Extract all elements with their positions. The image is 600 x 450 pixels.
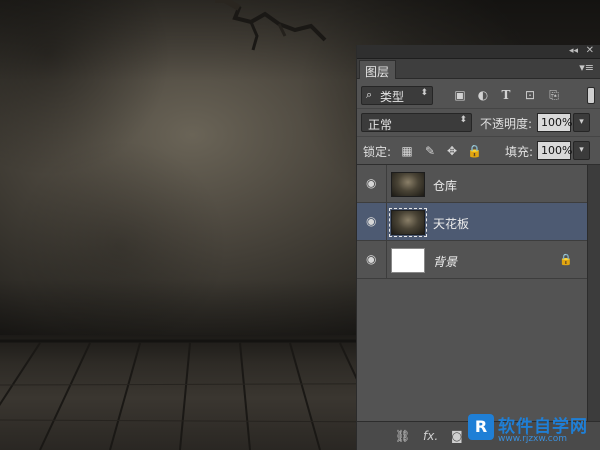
eye-icon: ◉ xyxy=(366,214,377,228)
lock-icon: 🔒 xyxy=(559,253,573,266)
type-filter-icon[interactable]: T xyxy=(499,88,513,102)
filter-toggle-switch[interactable] xyxy=(587,87,595,104)
layer-thumbnail xyxy=(391,248,425,273)
eye-icon: ◉ xyxy=(366,252,377,266)
fill-label: 填充: xyxy=(505,145,534,159)
panel-title-bar[interactable]: ◂◂ ✕ xyxy=(357,45,600,59)
panel-menu-icon[interactable]: ▾≡ xyxy=(579,61,594,74)
double-chevron-left-icon[interactable]: ◂◂ xyxy=(569,46,578,56)
magnifier-icon: ⌕ xyxy=(366,88,373,101)
layer-thumbnail xyxy=(389,208,427,237)
close-icon[interactable]: ✕ xyxy=(586,45,594,56)
adjustment-filter-icon[interactable]: ◐ xyxy=(476,88,490,102)
eye-icon: ◉ xyxy=(366,176,377,190)
filter-kind-label: 类型 xyxy=(380,90,405,104)
opacity-input[interactable]: 100% xyxy=(537,113,572,132)
lock-paint-icon[interactable]: ✎ xyxy=(423,144,437,158)
layer-filter-row: ⌕ 类型 ⬍ ▣ ◐ T ⊡ ⎘ xyxy=(357,79,600,109)
add-mask-icon[interactable]: ◙ xyxy=(451,429,463,443)
layers-panel: ◂◂ ✕ 图层 ▾≡ ⌕ 类型 ⬍ ▣ ◐ T ⊡ ⎘ 正常 ⬍ 不透明度: 1… xyxy=(356,45,600,450)
fx-icon[interactable]: fx. xyxy=(423,429,438,443)
link-layers-icon[interactable]: ⛓ xyxy=(395,429,410,443)
lock-transparent-icon[interactable]: ▦ xyxy=(400,144,414,158)
layer-list-scrollbar[interactable] xyxy=(587,165,600,421)
layer-row-warehouse[interactable]: ◉ 仓库 xyxy=(357,165,587,203)
layer-row-background[interactable]: ◉ 背景 🔒 xyxy=(357,241,587,279)
lock-row: 锁定: ▦ ✎ ✥ 🔒 填充: 100% ▾ xyxy=(357,137,600,165)
watermark-url: www.rjzxw.com xyxy=(498,434,567,444)
layer-name: 背景 xyxy=(433,255,458,269)
layer-thumbnail xyxy=(391,172,425,197)
watermark-logo: R xyxy=(468,414,494,440)
pixel-filter-icon[interactable]: ▣ xyxy=(453,88,467,102)
fill-dropdown-button[interactable]: ▾ xyxy=(573,141,590,160)
opacity-dropdown-button[interactable]: ▾ xyxy=(573,113,590,132)
updown-arrow-icon: ⬍ xyxy=(420,88,428,98)
lock-all-icon[interactable]: 🔒 xyxy=(467,144,482,158)
shape-filter-icon[interactable]: ⊡ xyxy=(523,88,537,102)
layer-name: 天花板 xyxy=(433,217,470,231)
blend-row: 正常 ⬍ 不透明度: 100% ▾ xyxy=(357,109,600,137)
smart-object-filter-icon[interactable]: ⎘ xyxy=(547,88,561,102)
fill-input[interactable]: 100% xyxy=(537,141,572,160)
layer-row-ceiling[interactable]: ◉ 天花板 xyxy=(357,203,587,241)
blend-mode-value: 正常 xyxy=(368,118,393,132)
visibility-toggle[interactable]: ◉ xyxy=(357,165,387,203)
panel-tab-row: 图层 ▾≡ xyxy=(357,59,600,79)
visibility-toggle[interactable]: ◉ xyxy=(357,241,387,279)
lock-label: 锁定: xyxy=(363,145,392,159)
visibility-toggle[interactable]: ◉ xyxy=(357,203,387,241)
layer-name: 仓库 xyxy=(433,179,458,193)
layer-list: ◉ 仓库 ◉ 天花板 ◉ 背景 🔒 xyxy=(357,165,587,421)
filter-kind-select[interactable]: ⌕ 类型 ⬍ xyxy=(361,86,433,105)
blend-mode-select[interactable]: 正常 ⬍ xyxy=(361,113,472,132)
opacity-label: 不透明度: xyxy=(480,117,533,131)
lock-move-icon[interactable]: ✥ xyxy=(445,144,459,158)
tab-layers[interactable]: 图层 xyxy=(359,60,397,79)
updown-arrow-icon: ⬍ xyxy=(459,115,467,125)
site-watermark: R 软件自学网 www.rjzxw.com xyxy=(468,412,598,448)
